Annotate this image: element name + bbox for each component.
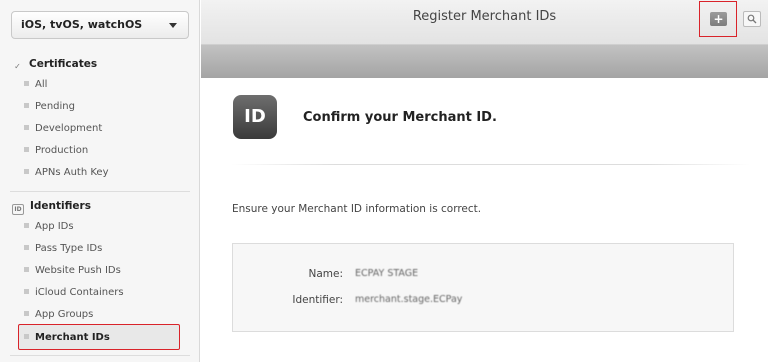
add-button[interactable]: + xyxy=(699,1,737,37)
sidebar-item-website-push-ids[interactable]: Website Push IDs xyxy=(24,262,178,280)
sidebar-item-icloud-containers[interactable]: iCloud Containers xyxy=(24,284,178,302)
divider xyxy=(10,191,190,192)
header: Register Merchant IDs + xyxy=(201,0,768,45)
sidebar-item-apns-auth-key[interactable]: APNs Auth Key xyxy=(24,164,178,182)
platform-selector[interactable]: iOS, tvOS, watchOS xyxy=(11,11,189,39)
id-badge-icon: ID xyxy=(12,204,24,215)
sidebar-item-production[interactable]: Production xyxy=(24,142,178,160)
sidebar-item-merchant-ids[interactable]: Merchant IDs xyxy=(18,324,180,350)
bullet-icon xyxy=(24,245,29,250)
sidebar-item-pending[interactable]: Pending xyxy=(24,98,178,116)
search-button[interactable] xyxy=(743,11,761,27)
section-certificates-label: Certificates xyxy=(29,58,98,70)
bullet-icon xyxy=(24,334,29,339)
sidebar-item-app-groups[interactable]: App Groups xyxy=(24,306,178,324)
sidebar: iOS, tvOS, watchOS ✓ Certificates All Pen… xyxy=(0,0,200,362)
sidebar-item-label: All xyxy=(35,79,48,90)
sidebar-item-label: APNs Auth Key xyxy=(35,167,109,178)
bullet-icon xyxy=(24,103,29,108)
bullet-icon xyxy=(24,147,29,152)
sidebar-item-label: App Groups xyxy=(35,309,94,320)
divider xyxy=(10,355,190,356)
sidebar-item-label: Development xyxy=(35,123,103,134)
sidebar-item-label: iCloud Containers xyxy=(35,287,124,298)
bullet-icon xyxy=(24,81,29,86)
divider xyxy=(231,164,751,165)
merchant-info-box: Name: ECPAY STAGE Identifier: merchant.s… xyxy=(232,243,734,332)
name-label: Name: xyxy=(308,268,343,280)
sidebar-item-all[interactable]: All xyxy=(24,76,178,94)
bullet-icon xyxy=(24,169,29,174)
sidebar-item-label: Pass Type IDs xyxy=(35,243,103,254)
page-title: Register Merchant IDs xyxy=(412,9,557,24)
bullet-icon xyxy=(24,223,29,228)
sidebar-item-pass-type-ids[interactable]: Pass Type IDs xyxy=(24,240,178,258)
bullet-icon xyxy=(24,267,29,272)
sidebar-item-development[interactable]: Development xyxy=(24,120,178,138)
checkmark-circle-icon: ✓ xyxy=(14,62,21,71)
sidebar-item-app-ids[interactable]: App IDs xyxy=(24,218,178,236)
search-icon xyxy=(747,14,757,24)
bullet-icon xyxy=(24,289,29,294)
section-identifiers-label: Identifiers xyxy=(30,200,91,212)
section-identifiers: ID Identifiers xyxy=(12,200,91,215)
platform-label: iOS, tvOS, watchOS xyxy=(21,18,143,31)
toolbar-band xyxy=(201,45,768,78)
confirm-title: Confirm your Merchant ID. xyxy=(303,110,497,125)
sidebar-item-label: Pending xyxy=(35,101,75,112)
name-value: ECPAY STAGE xyxy=(355,268,419,279)
bullet-icon xyxy=(24,125,29,130)
chevron-down-icon xyxy=(169,23,177,28)
id-icon: ID xyxy=(233,95,277,139)
identifier-label: Identifier: xyxy=(292,294,343,306)
sidebar-item-label: Website Push IDs xyxy=(35,265,121,276)
sidebar-item-label: Production xyxy=(35,145,89,156)
sidebar-item-label: App IDs xyxy=(35,221,74,232)
plus-icon: + xyxy=(710,12,727,26)
identifier-value: merchant.stage.ECPay xyxy=(355,294,463,305)
bullet-icon xyxy=(24,311,29,316)
instruction-text: Ensure your Merchant ID information is c… xyxy=(232,203,482,215)
section-certificates: ✓ Certificates xyxy=(12,58,97,72)
sidebar-item-label: Merchant IDs xyxy=(35,332,110,343)
